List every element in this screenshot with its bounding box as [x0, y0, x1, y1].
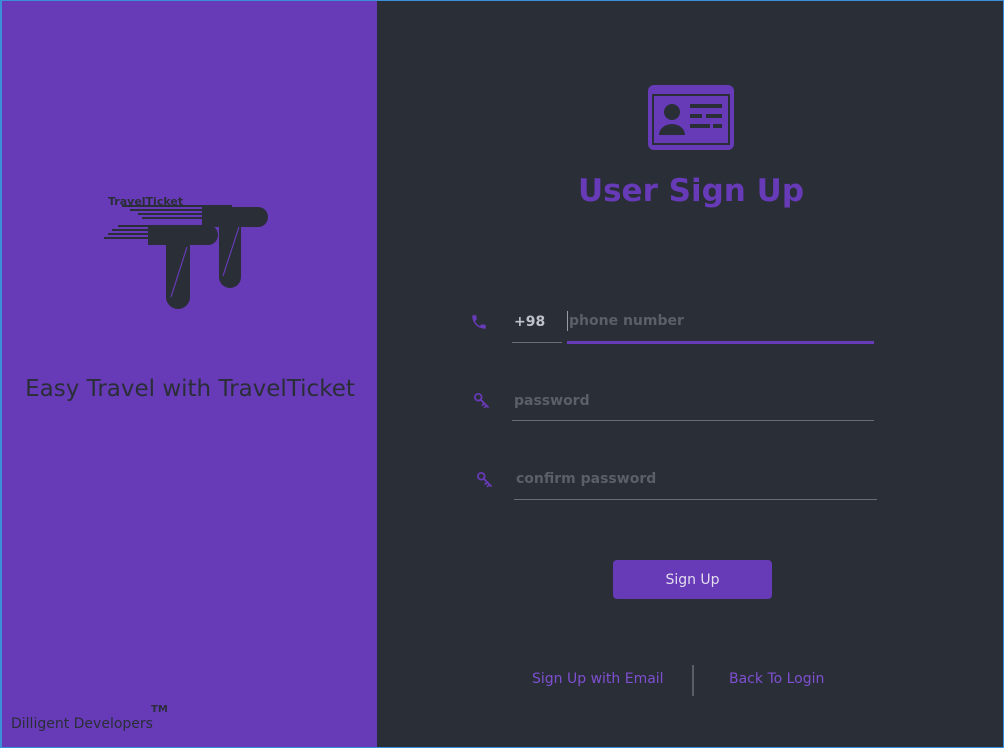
- sign-up-with-email-link[interactable]: Sign Up with Email: [532, 671, 664, 687]
- logo-icon: [104, 205, 268, 309]
- app-window: TravelTicket Easy Travel with TravelTick…: [0, 0, 1004, 748]
- developer-credit: Dilligent Developers: [11, 716, 153, 732]
- password-input[interactable]: [512, 381, 874, 421]
- signup-panel: User Sign Up +98 Sign Up Sign Up with Em…: [377, 1, 1003, 747]
- text-caret: [567, 311, 568, 331]
- tagline: Easy Travel with TravelTicket: [25, 376, 355, 402]
- country-code[interactable]: +98: [512, 301, 562, 343]
- link-divider: [692, 665, 694, 696]
- sign-up-button[interactable]: Sign Up: [613, 560, 772, 599]
- key-icon: [476, 471, 492, 488]
- phone-number-input[interactable]: [567, 301, 874, 344]
- key-icon: [473, 392, 489, 409]
- brand-panel: TravelTicket Easy Travel with TravelTick…: [1, 1, 377, 747]
- trademark-mark: TM: [151, 704, 168, 715]
- page-title: User Sign Up: [577, 173, 805, 209]
- back-to-login-link[interactable]: Back To Login: [729, 671, 824, 687]
- id-card-icon: [648, 85, 734, 150]
- logo: TravelTicket: [102, 191, 277, 313]
- confirm-password-input[interactable]: [514, 459, 877, 500]
- phone-icon: [472, 315, 486, 329]
